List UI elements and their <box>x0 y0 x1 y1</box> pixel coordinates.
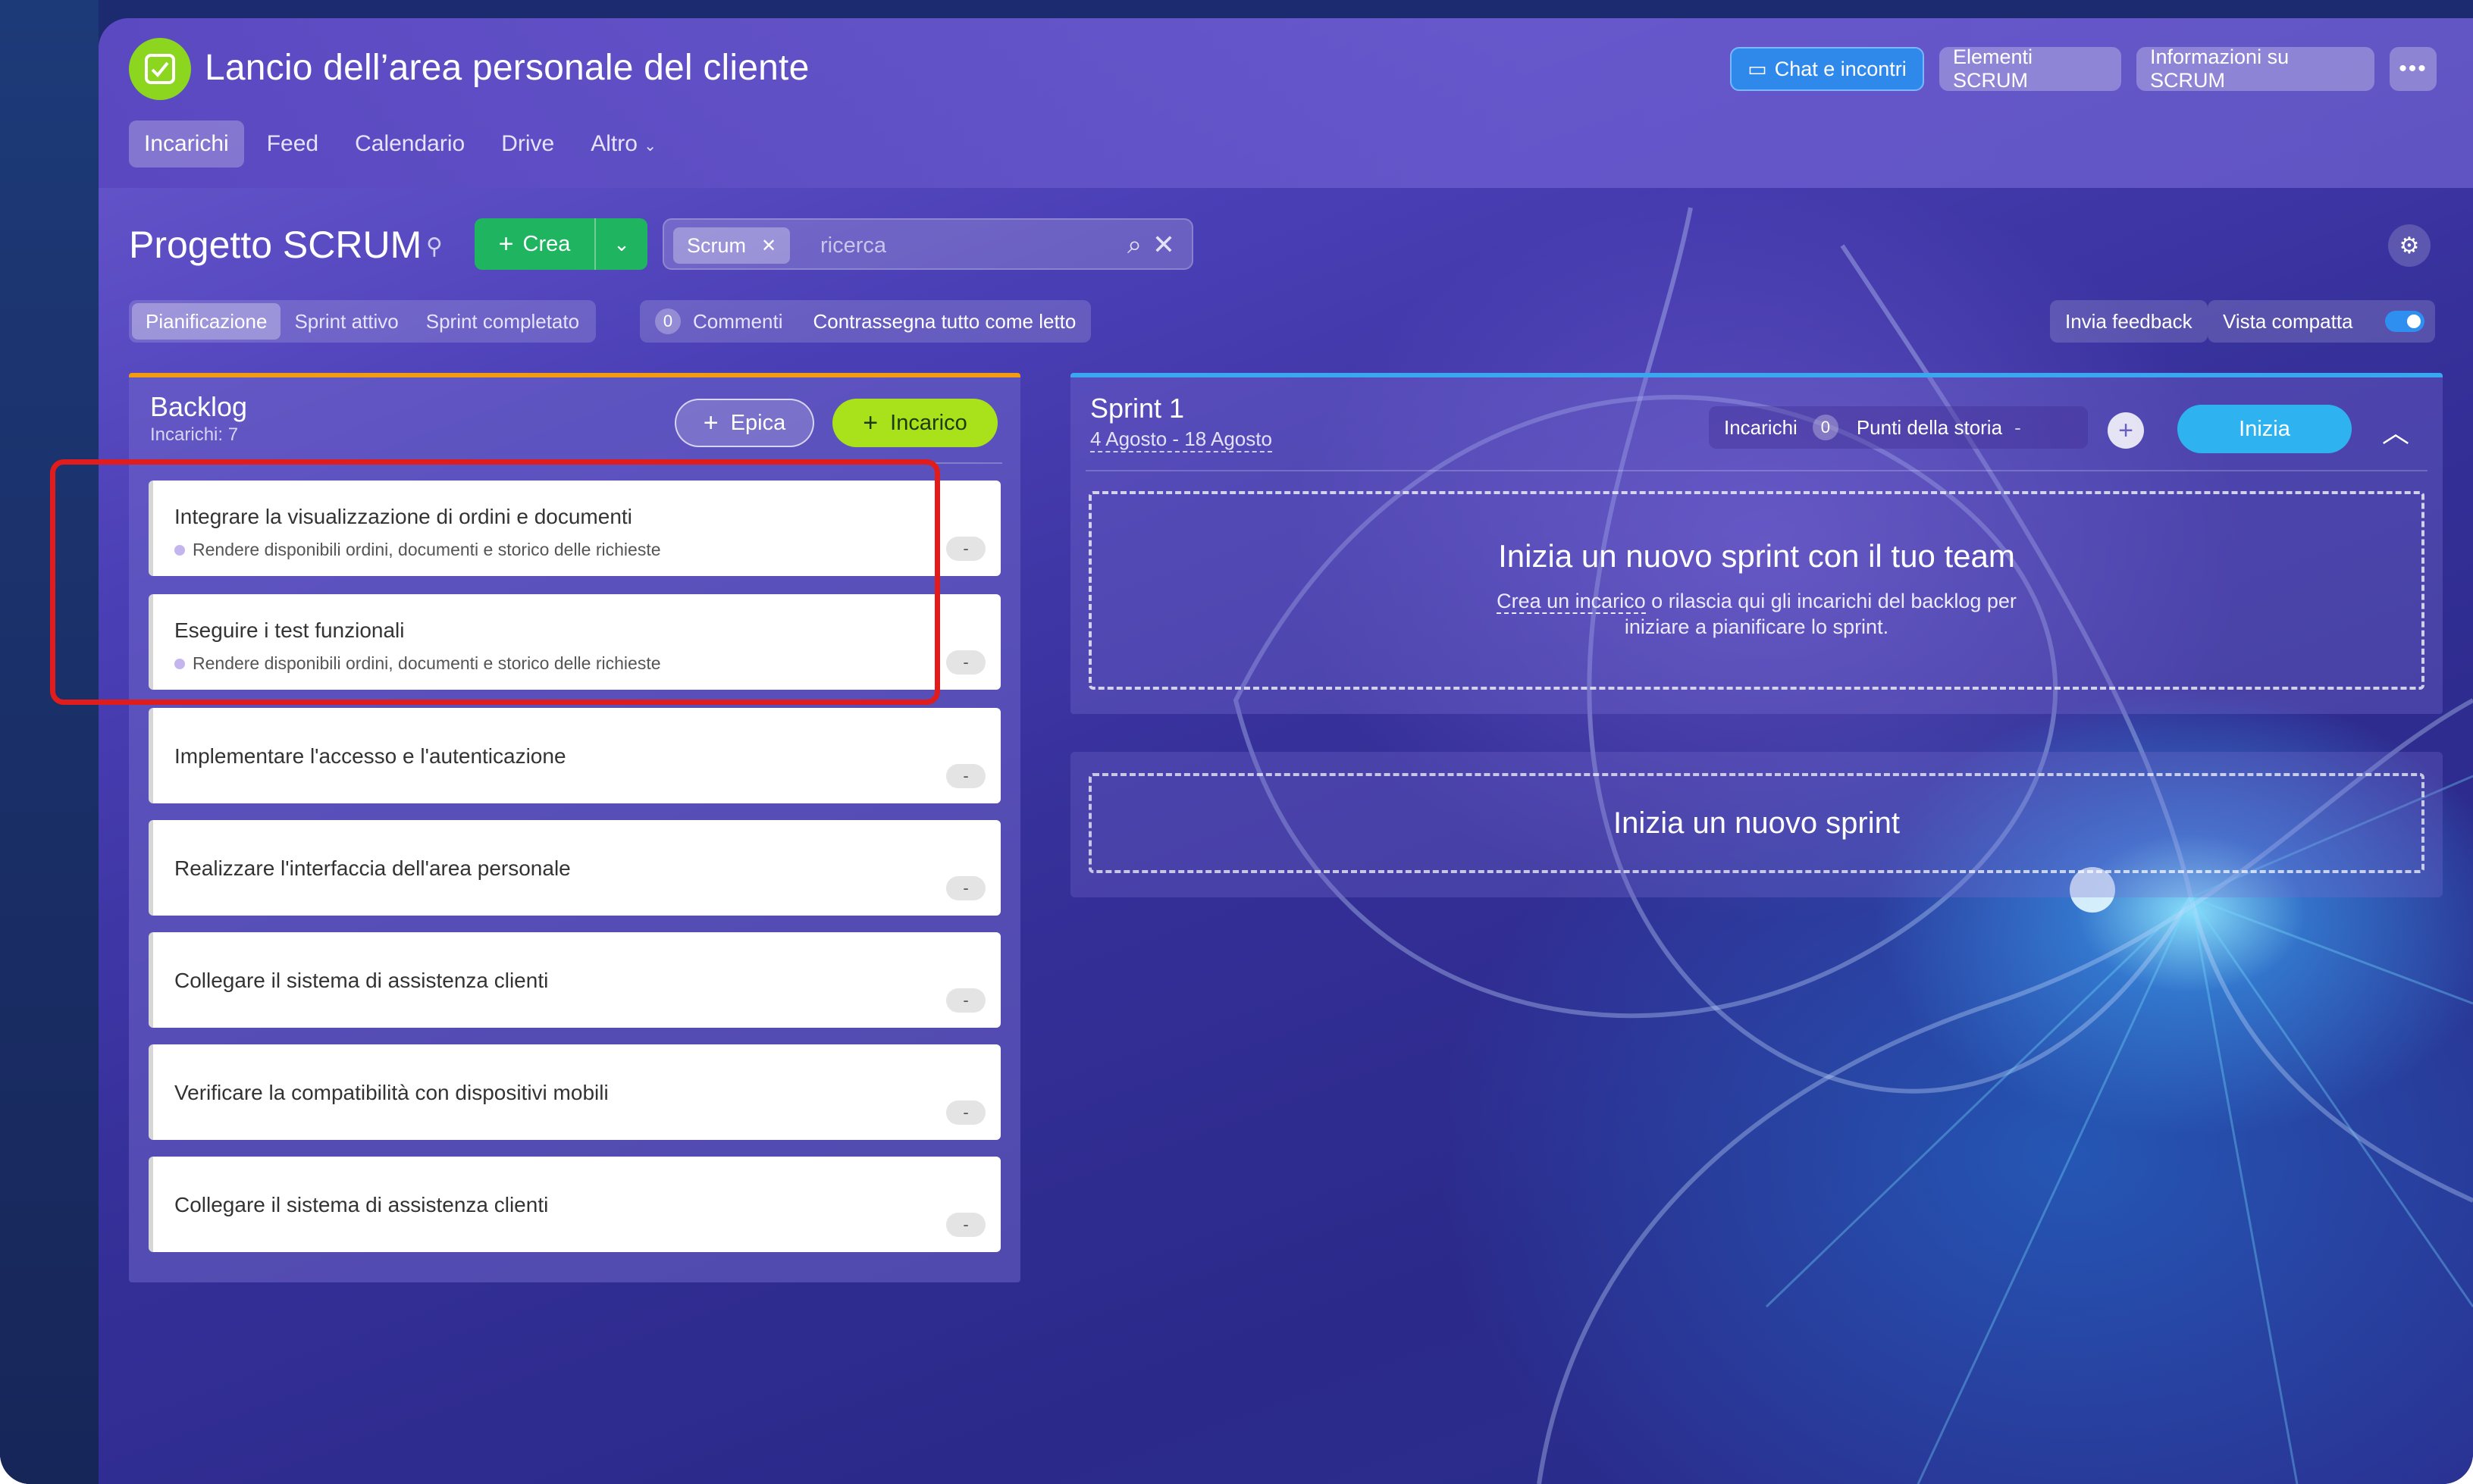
collapse-chevron-icon[interactable]: ︿ <box>2382 411 2409 450</box>
task-label: Incarico <box>890 410 967 435</box>
top-strip <box>0 0 99 1484</box>
window-header: Lancio dell’area personale del cliente ▭… <box>99 18 2473 188</box>
compact-view-toggle[interactable]: Vista compatta <box>2208 300 2435 343</box>
story-points-badge[interactable]: - <box>946 537 986 561</box>
top-tabs: Incarichi Feed Calendario Drive Altro ⌄ <box>129 120 693 168</box>
send-feedback-button[interactable]: Invia feedback <box>2050 300 2208 343</box>
task-title[interactable]: Implementare l'accesso e l'autenticazion… <box>174 744 566 769</box>
plus-icon: + <box>498 229 514 258</box>
tab-incarichi[interactable]: Incarichi <box>129 121 244 167</box>
add-task-button[interactable]: + Incarico <box>832 399 998 447</box>
tab-calendario[interactable]: Calendario <box>355 131 465 157</box>
tab-drive[interactable]: Drive <box>501 131 554 157</box>
app-screen: ✕ 🔗 ↗ ✧ ▤ ⬡ ▦ ▯ ▣ ▭ ✉ ☺ ☑ ≡ ⛟ ☖ ▩ ▥ ▢ ▥ … <box>0 0 2473 1484</box>
sprint-tasks-count: 0 <box>1812 415 1838 440</box>
filter-chip-label: Scrum <box>687 233 747 257</box>
tab-pianificazione[interactable]: Pianificazione <box>132 303 281 340</box>
task-title[interactable]: Collegare il sistema di assistenza clien… <box>174 969 548 993</box>
create-button[interactable]: + Crea <box>475 218 596 270</box>
video-icon: ▭ <box>1747 57 1767 80</box>
mark-all-read-link[interactable]: Contrassegna tutto come letto <box>813 310 1076 333</box>
search-input[interactable]: ricerca <box>820 233 886 258</box>
scrum-elements-button[interactable]: Elementi SCRUM <box>1939 45 2121 92</box>
task-title[interactable]: Verificare la compatibilità con disposit… <box>174 1081 609 1105</box>
tab-altro[interactable]: Altro ⌄ <box>591 131 657 157</box>
more-menu-button[interactable]: ••• <box>2390 47 2437 91</box>
chat-meetings-label: Chat e incontri <box>1774 57 1907 80</box>
create-dropdown-chevron-icon[interactable]: ⌄ <box>596 233 647 256</box>
create-label: Crea <box>522 231 571 256</box>
search-box[interactable]: Scrum ✕ ricerca ⌕ ✕ <box>663 218 1193 270</box>
comments-bar[interactable]: 0 Commenti Contrassegna tutto come letto <box>640 300 1092 343</box>
tab-altro-label: Altro <box>591 131 638 156</box>
plus-icon: + <box>703 408 719 437</box>
tab-sprint-attivo[interactable]: Sprint attivo <box>281 303 412 340</box>
backlog-title: Backlog <box>150 391 248 422</box>
chip-remove-icon[interactable]: ✕ <box>761 235 776 257</box>
sprint-tasks-label: Incarichi <box>1724 415 1798 439</box>
backlog-task-count: Incarichi: 7 <box>150 424 239 445</box>
chat-meetings-button[interactable]: ▭ Chat e incontri <box>1730 47 1924 91</box>
story-points-badge[interactable]: - <box>946 650 986 675</box>
gear-icon[interactable]: ⚙ <box>2388 224 2431 267</box>
new-sprint-panel: Inizia un nuovo sprint <box>1070 752 2443 897</box>
story-points-badge[interactable]: - <box>946 1213 986 1237</box>
toggle-switch[interactable] <box>2385 311 2424 332</box>
tab-feed[interactable]: Feed <box>267 131 318 157</box>
comments-label: Commenti <box>693 309 783 333</box>
story-points-label: Punti della storia <box>1856 415 2003 439</box>
sprint-panel: Sprint 1 4 Agosto - 18 Agosto Incarichi … <box>1070 373 2443 714</box>
story-points-value: - <box>2014 415 2021 439</box>
create-task-link[interactable]: Crea un incarico <box>1497 590 1646 614</box>
dropzone-hint-text: o rilascia qui gli incarichi del backlog… <box>1645 590 2017 612</box>
backlog-task[interactable]: Collegare il sistema di assistenza clien… <box>149 932 1001 1028</box>
search-icon[interactable]: ⌕ <box>1127 230 1142 260</box>
scrum-info-button[interactable]: Informazioni su SCRUM <box>2136 45 2374 92</box>
backlog-task[interactable]: Collegare il sistema di assistenza clien… <box>149 1157 1001 1252</box>
dropzone-hint: Crea un incarico o rilascia qui gli inca… <box>1092 588 2421 640</box>
backlog-task[interactable]: Implementare l'accesso e l'autenticazion… <box>149 708 1001 803</box>
add-epic-button[interactable]: + Epica <box>675 399 814 447</box>
task-title[interactable]: Collegare il sistema di assistenza clien… <box>174 1193 548 1217</box>
page-title: Progetto SCRUM <box>129 224 422 266</box>
highlight-frame <box>50 459 940 705</box>
add-to-sprint-icon[interactable]: + <box>2108 412 2144 449</box>
window-title: Lancio dell’area personale del cliente <box>205 48 810 88</box>
sprint-stats: Incarichi 0 Punti della storia - <box>1709 406 2088 449</box>
pin-icon[interactable]: ⚲ <box>426 233 443 260</box>
filter-chip[interactable]: Scrum ✕ <box>673 227 791 264</box>
story-points-badge[interactable]: - <box>946 876 986 900</box>
chevron-down-icon: ⌄ <box>644 138 657 155</box>
dropzone-hint-line2: iniziare a pianificare lo sprint. <box>1624 615 1889 638</box>
project-logo-icon <box>129 38 191 100</box>
comments-count: 0 <box>655 308 681 334</box>
dropzone-title: Inizia un nuovo sprint con il tuo team <box>1498 538 2015 574</box>
start-sprint-button[interactable]: Inizia <box>2177 405 2352 453</box>
plus-icon: + <box>863 408 879 437</box>
story-points-badge[interactable]: - <box>946 1100 986 1125</box>
new-sprint-label: Inizia un nuovo sprint <box>1613 806 1900 840</box>
story-points-badge[interactable]: - <box>946 764 986 788</box>
sprint-dates[interactable]: 4 Agosto - 18 Agosto <box>1090 427 1272 452</box>
clear-search-icon[interactable]: ✕ <box>1152 229 1175 261</box>
epic-label: Epica <box>730 410 786 435</box>
story-points-badge[interactable]: - <box>946 988 986 1013</box>
planning-tabs: Pianificazione Sprint attivo Sprint comp… <box>129 300 597 343</box>
compact-view-label: Vista compatta <box>2223 309 2353 333</box>
backlog-task[interactable]: Realizzare l'interfaccia dell'area perso… <box>149 820 1001 916</box>
sprint-title[interactable]: Sprint 1 <box>1090 393 1184 424</box>
sprint-dropzone[interactable]: Inizia un nuovo sprint con il tuo team C… <box>1089 491 2424 690</box>
task-title[interactable]: Realizzare l'interfaccia dell'area perso… <box>174 856 571 881</box>
divider <box>1086 470 2428 471</box>
create-button-group: + Crea ⌄ <box>475 218 647 270</box>
project-window: Lancio dell’area personale del cliente ▭… <box>99 18 2473 1484</box>
backlog-task[interactable]: Verificare la compatibilità con disposit… <box>149 1044 1001 1140</box>
new-sprint-dropzone[interactable]: Inizia un nuovo sprint <box>1089 773 2424 873</box>
tab-sprint-completato[interactable]: Sprint completato <box>412 303 593 340</box>
